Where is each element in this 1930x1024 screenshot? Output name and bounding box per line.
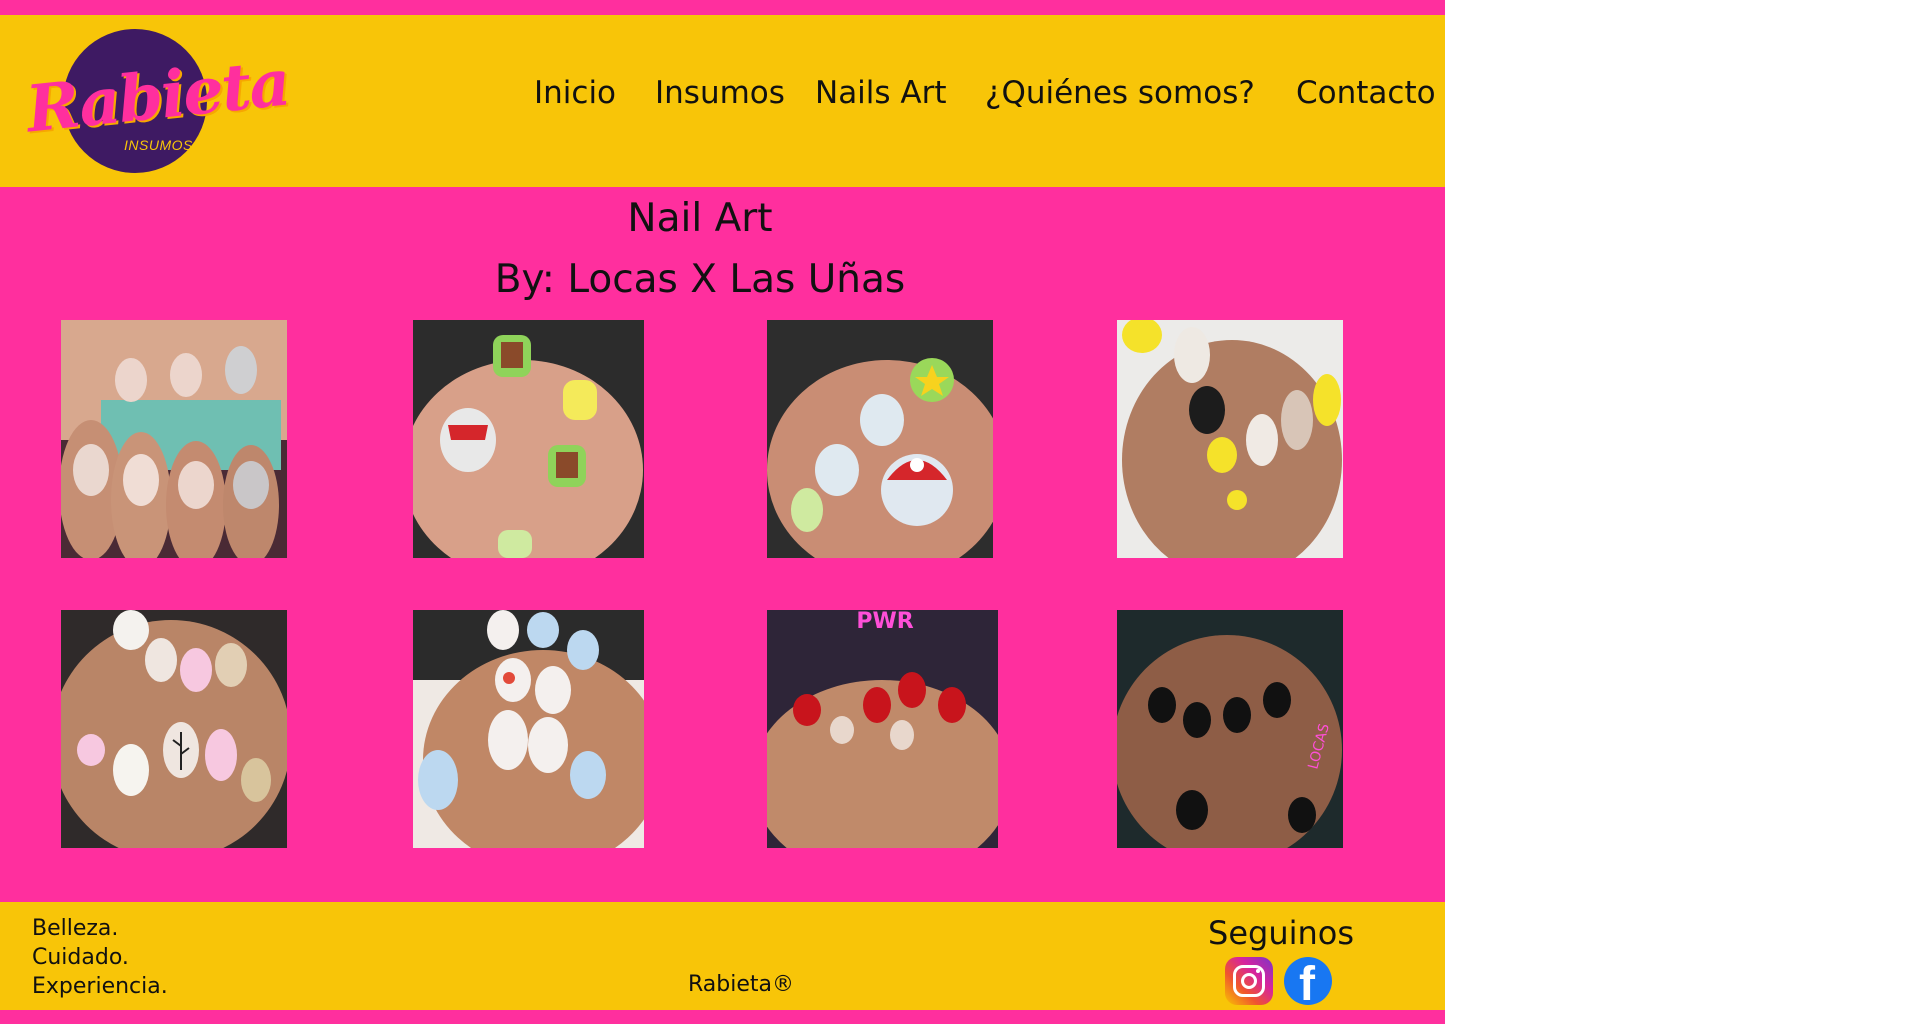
gallery-photo-leaves-pink[interactable] (61, 610, 287, 848)
follow-label: Seguinos (1208, 914, 1355, 952)
footer-brand: Rabieta® (688, 972, 795, 997)
page-title: Nail Art (627, 196, 773, 241)
nav-quienes-somos[interactable]: ¿Quiénes somos? (985, 75, 1255, 111)
gallery-photo-zebra-glitter[interactable] (61, 320, 287, 558)
tagline-belleza: Belleza. (32, 916, 119, 941)
nail-photo-mario-blocks-icon (413, 320, 644, 558)
svg-text:PWR: PWR (856, 610, 913, 634)
page: Rabieta INSUMOS Inicio Insumos Nails Art… (0, 0, 1445, 1024)
nail-photo-zebra-glitter-icon (61, 320, 287, 558)
tagline-cuidado: Cuidado. (32, 945, 129, 970)
gallery-photo-red-gems[interactable]: PWR (767, 610, 998, 848)
nail-photo-black-polish-icon: LOCAS (1117, 610, 1343, 848)
nail-photo-floral-blue-icon (413, 610, 644, 848)
nav-insumos[interactable]: Insumos (655, 75, 785, 111)
page-subtitle: By: Locas X Las Uñas (494, 257, 906, 302)
gallery-photo-smiley-yellow[interactable] (1117, 320, 1343, 558)
nail-photo-smiley-yellow-icon (1117, 320, 1343, 558)
nail-photo-mario-mushroom-icon (767, 320, 993, 558)
tagline-experiencia: Experiencia. (32, 974, 168, 999)
gallery-photo-mario-mushroom[interactable] (767, 320, 993, 558)
nav-nails-art[interactable]: Nails Art (815, 75, 947, 111)
instagram-icon[interactable] (1225, 957, 1273, 1005)
nav-inicio[interactable]: Inicio (534, 75, 616, 111)
site-header: Rabieta INSUMOS Inicio Insumos Nails Art… (0, 15, 1445, 187)
nail-photo-leaves-pink-icon (61, 610, 287, 848)
site-footer: Belleza. Cuidado. Experiencia. Rabieta® … (0, 902, 1445, 1010)
facebook-icon[interactable]: f (1284, 957, 1332, 1005)
gallery-photo-floral-blue[interactable] (413, 610, 644, 848)
nav-contacto[interactable]: Contacto (1296, 75, 1436, 111)
gallery-photo-black-polish[interactable]: LOCAS (1117, 610, 1343, 848)
nail-photo-red-gems-icon: PWR (767, 610, 998, 848)
footer-tagline: Belleza. Cuidado. Experiencia. (32, 914, 168, 1001)
gallery-photo-mario-blocks[interactable] (413, 320, 644, 558)
main-nav: Inicio Insumos Nails Art ¿Quiénes somos?… (0, 15, 1445, 187)
